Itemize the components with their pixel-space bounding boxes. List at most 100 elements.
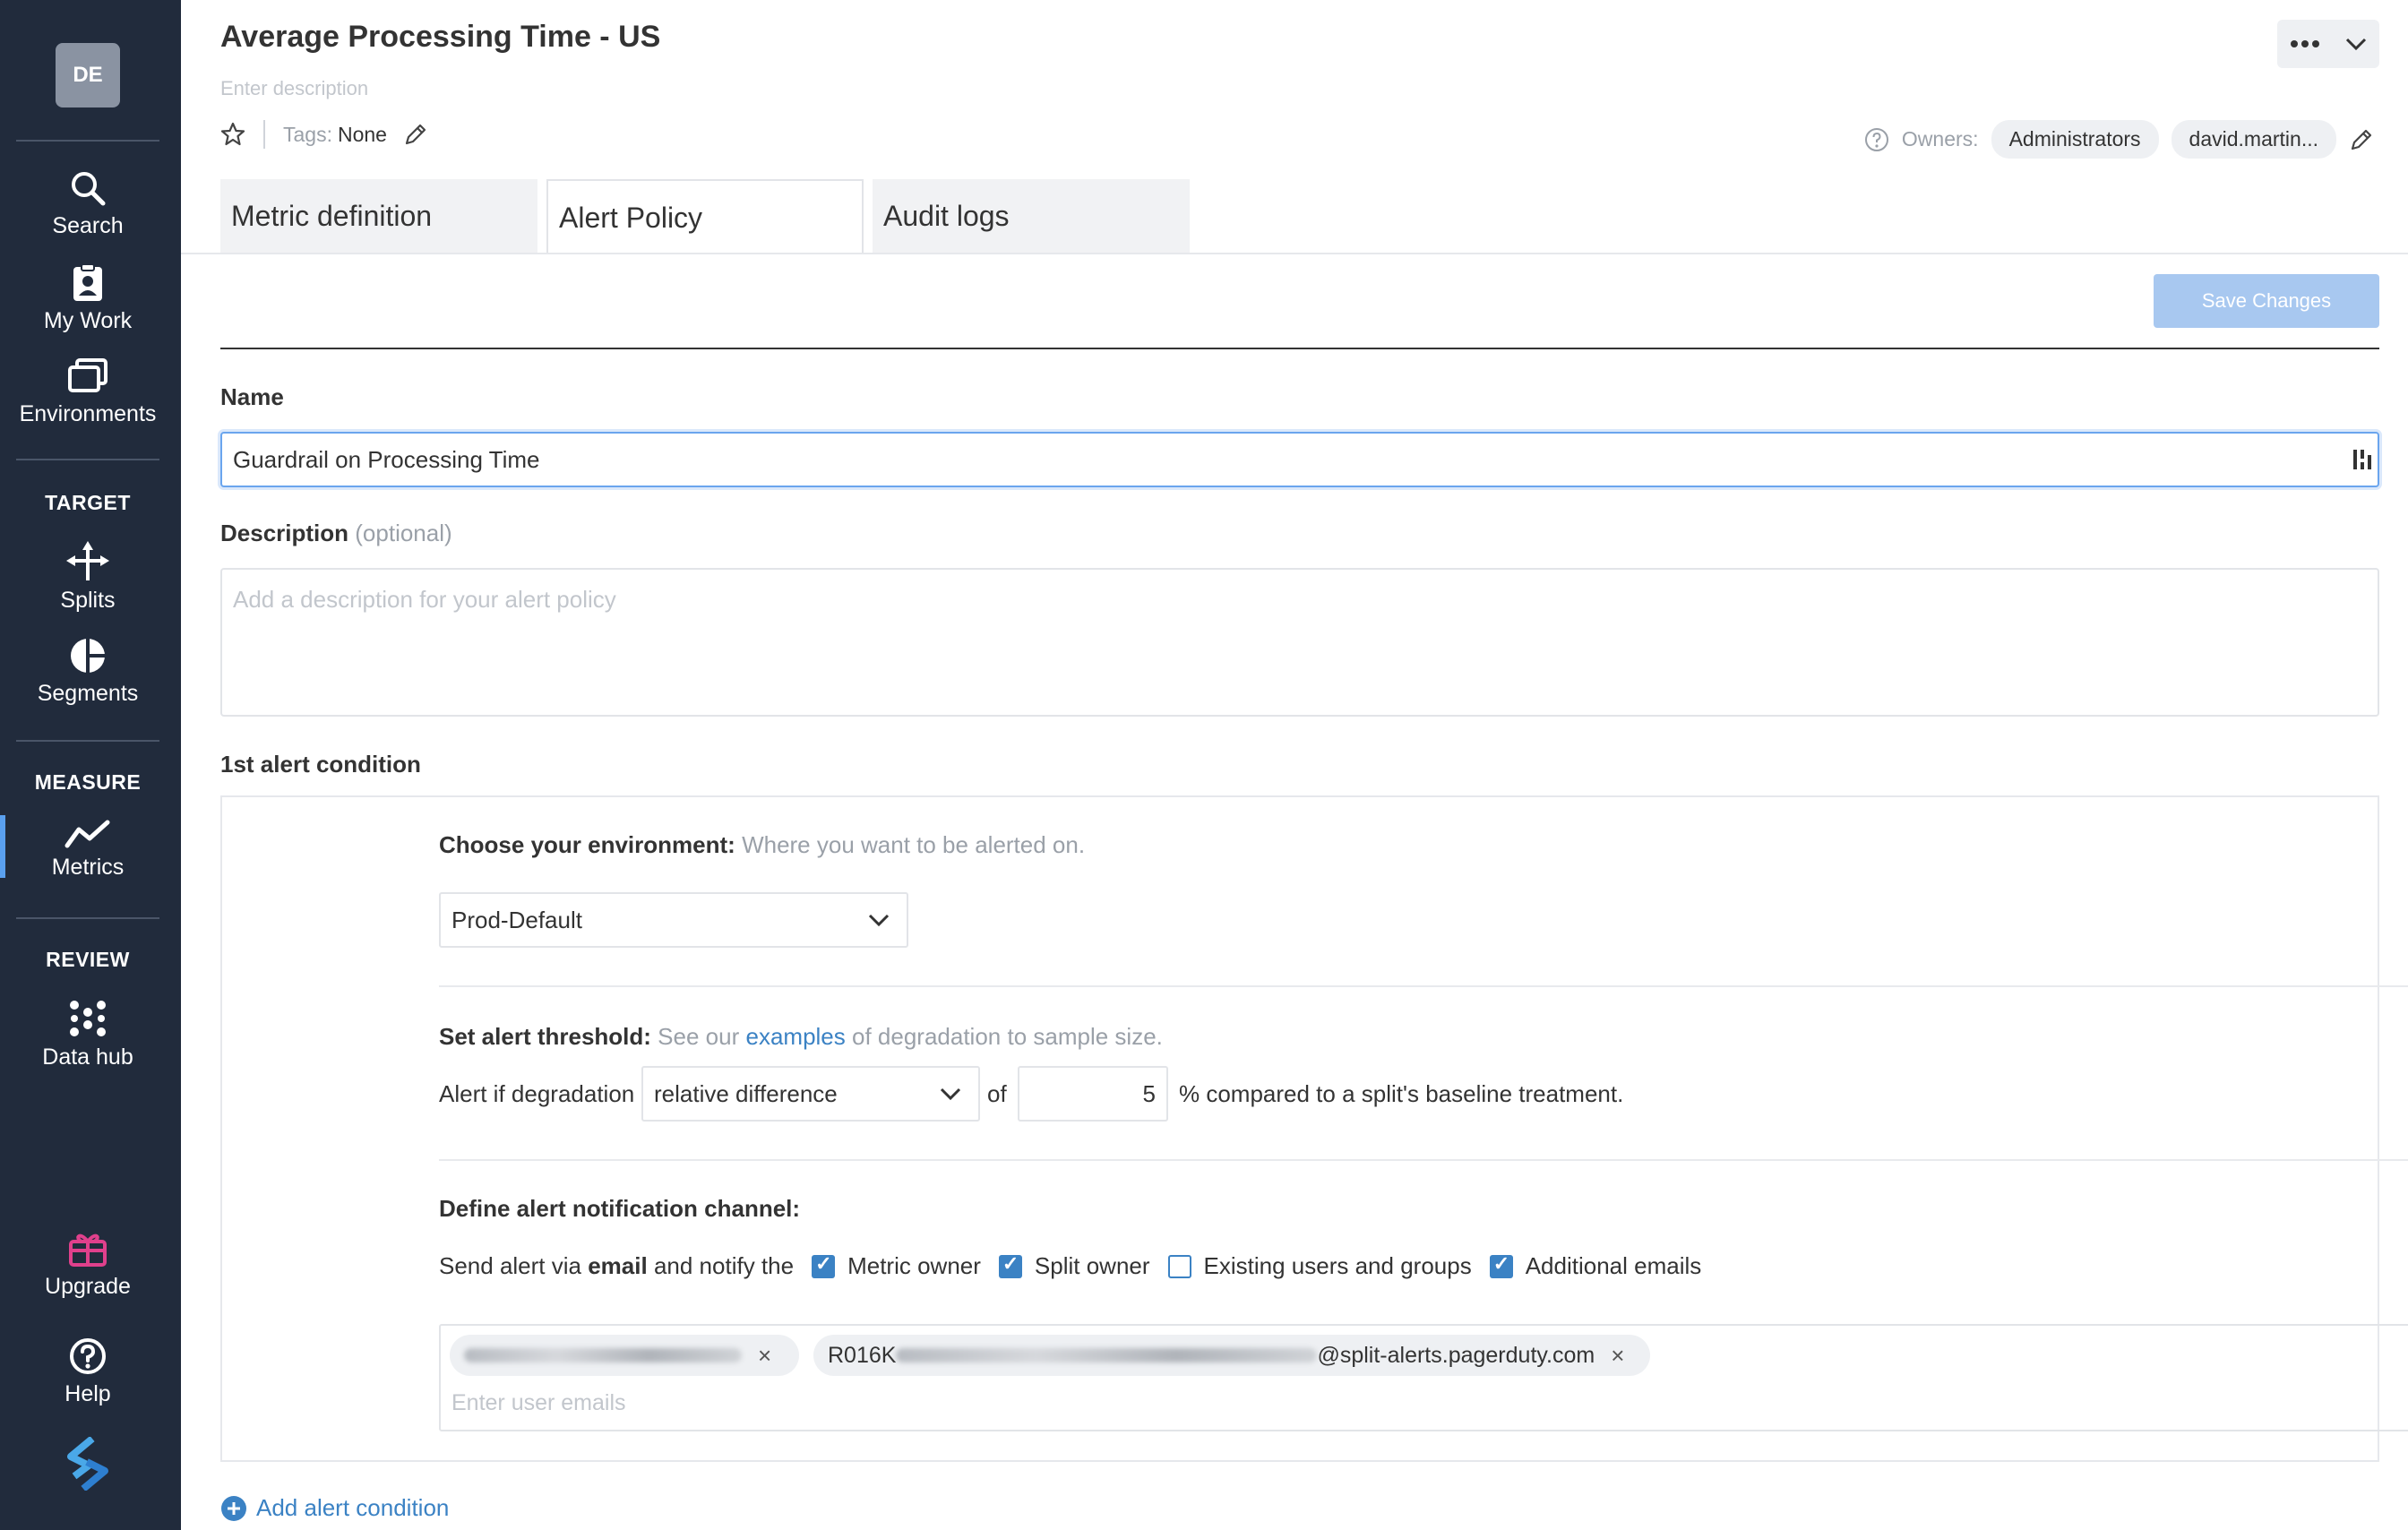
existing-users-checkbox[interactable]	[1167, 1254, 1191, 1278]
name-input[interactable]	[220, 432, 2379, 487]
sidebar-item-my-work[interactable]: My Work	[0, 263, 176, 334]
pie-icon	[71, 639, 105, 673]
section-divider	[220, 348, 2379, 349]
main-panel: Average Processing Time - US Enter descr…	[181, 0, 2408, 1530]
help-circle-icon	[70, 1338, 106, 1374]
threshold-row: Set alert threshold: See our examples of…	[439, 1023, 1163, 1051]
channel-label: Define alert notification channel:	[439, 1195, 800, 1223]
environment-row: Choose your environment: Where you want …	[439, 831, 1085, 859]
additional-emails-checkbox[interactable]	[1489, 1252, 1513, 1278]
sidebar-item-label: Environments	[19, 401, 157, 426]
sidebar-item-search[interactable]: Search	[0, 168, 176, 239]
split-owner-checkbox[interactable]	[998, 1252, 1022, 1278]
emails-field[interactable]: × R016K @split-alerts.pagerduty.com × En…	[439, 1324, 2408, 1431]
sidebar-item-label: Search	[52, 213, 124, 238]
examples-link[interactable]: examples	[745, 1023, 845, 1050]
checkbox-label: Additional emails	[1525, 1252, 1702, 1279]
divider	[263, 120, 265, 149]
line-chart-icon	[64, 820, 110, 848]
sidebar-item-label: Segments	[37, 681, 139, 706]
tags-value: None	[337, 122, 387, 146]
sidebar-item-label: My Work	[43, 308, 133, 333]
options-menu[interactable]	[2277, 20, 2379, 68]
env-hint: Where you want to be alerted on.	[742, 831, 1086, 858]
sidebar-logo[interactable]	[0, 1437, 176, 1496]
description-textarea[interactable]: Add a description for your alert policy	[220, 568, 2379, 717]
sidebar-item-environments[interactable]: Environments	[0, 357, 176, 427]
more-dots-icon[interactable]	[2290, 39, 2320, 48]
redacted-email	[464, 1348, 742, 1362]
difference-type-value: relative difference	[654, 1079, 838, 1107]
threshold-input[interactable]: 5	[1018, 1066, 1168, 1122]
split-logo-icon	[67, 1437, 108, 1491]
pencil-icon[interactable]	[403, 122, 428, 147]
tags-row: Tags: None	[220, 120, 428, 149]
split-arrows-icon	[66, 541, 109, 580]
channel-label-text: Define alert notification channel:	[439, 1195, 801, 1222]
sidebar-item-label: Splits	[60, 588, 116, 613]
save-changes-button[interactable]: Save Changes	[2154, 274, 2379, 328]
sidebar-item-segments[interactable]: Segments	[0, 636, 176, 707]
of-text: of	[987, 1080, 1007, 1107]
page-title: Average Processing Time - US	[220, 20, 661, 54]
threshold-hint-post: of degradation to sample size.	[852, 1023, 1163, 1050]
optional-hint: (optional)	[355, 520, 452, 546]
chevron-down-icon	[940, 1087, 961, 1101]
sidebar-section-measure: MEASURE	[34, 770, 142, 794]
dots-grid-icon	[70, 1001, 106, 1036]
checkbox-label: Metric owner	[847, 1252, 981, 1279]
send-post: and notify the	[653, 1252, 795, 1279]
chevron-down-icon[interactable]	[2344, 37, 2368, 51]
sidebar-divider	[16, 740, 159, 742]
metric-owner-checkbox[interactable]	[812, 1252, 836, 1278]
star-icon[interactable]	[220, 122, 245, 147]
remove-chip-icon[interactable]: ×	[758, 1342, 771, 1370]
sidebar-item-label: Upgrade	[45, 1274, 131, 1299]
name-label: Name	[220, 383, 284, 410]
info-circle-icon	[1864, 127, 1888, 151]
sidebar-divider	[16, 459, 159, 460]
sidebar-divider	[16, 917, 159, 919]
send-pre: Send alert via	[439, 1252, 581, 1279]
tab-metric-definition[interactable]: Metric definition	[220, 179, 538, 253]
compared-text: % compared to a split's baseline treatme…	[1179, 1080, 1624, 1107]
avatar[interactable]: DE	[56, 43, 120, 107]
emails-placeholder: Enter user emails	[452, 1390, 626, 1415]
owner-chip[interactable]: david.martin...	[2171, 120, 2336, 159]
email-suffix: @split-alerts.pagerduty.com	[1317, 1342, 1595, 1368]
remove-chip-icon[interactable]: ×	[1611, 1342, 1624, 1370]
sidebar-divider	[16, 140, 159, 142]
description-placeholder[interactable]: Enter description	[220, 77, 368, 100]
tab-bar: Metric definition Alert Policy Audit log…	[220, 179, 1190, 254]
notify-row: Send alert via email and notify the Metr…	[439, 1252, 1701, 1280]
checkbox-label: Split owner	[1034, 1252, 1150, 1279]
tab-audit-logs[interactable]: Audit logs	[873, 179, 1190, 253]
search-icon	[72, 172, 106, 206]
owners-label: Owners:	[1901, 127, 1979, 150]
sidebar-item-metrics[interactable]: Metrics	[0, 819, 176, 881]
divider	[439, 985, 2408, 987]
sidebar-item-help[interactable]: Help	[0, 1337, 176, 1407]
email-chip[interactable]: R016K @split-alerts.pagerduty.com ×	[813, 1335, 1650, 1376]
owner-chip[interactable]: Administrators	[1991, 120, 2159, 159]
owners: Owners: Administrators david.martin...	[1864, 120, 2374, 159]
checkbox-label: Existing users and groups	[1203, 1252, 1472, 1279]
tab-alert-policy[interactable]: Alert Policy	[546, 179, 864, 254]
sidebar-item-splits[interactable]: Splits	[0, 541, 176, 614]
environment-select[interactable]: Prod-Default	[439, 892, 908, 948]
sidebar-item-label: Metrics	[51, 855, 125, 880]
clipboard-user-icon	[73, 263, 102, 301]
pencil-icon[interactable]	[2349, 127, 2374, 152]
add-alert-condition-link[interactable]: Add alert condition	[220, 1494, 449, 1522]
send-email: email	[588, 1252, 648, 1279]
sidebar-item-data-hub[interactable]: Data hub	[0, 998, 176, 1070]
password-manager-icon[interactable]	[2351, 446, 2374, 473]
email-chip[interactable]: ×	[450, 1335, 799, 1376]
difference-type-select[interactable]: relative difference	[641, 1066, 980, 1122]
threshold-label: Set alert threshold:	[439, 1023, 651, 1050]
sidebar-item-upgrade[interactable]: Upgrade	[0, 1229, 176, 1300]
sidebar-item-label: Help	[64, 1381, 111, 1406]
gift-icon	[69, 1233, 107, 1267]
env-label: Choose your environment:	[439, 831, 735, 858]
sidebar-item-label: Data hub	[42, 1044, 133, 1070]
